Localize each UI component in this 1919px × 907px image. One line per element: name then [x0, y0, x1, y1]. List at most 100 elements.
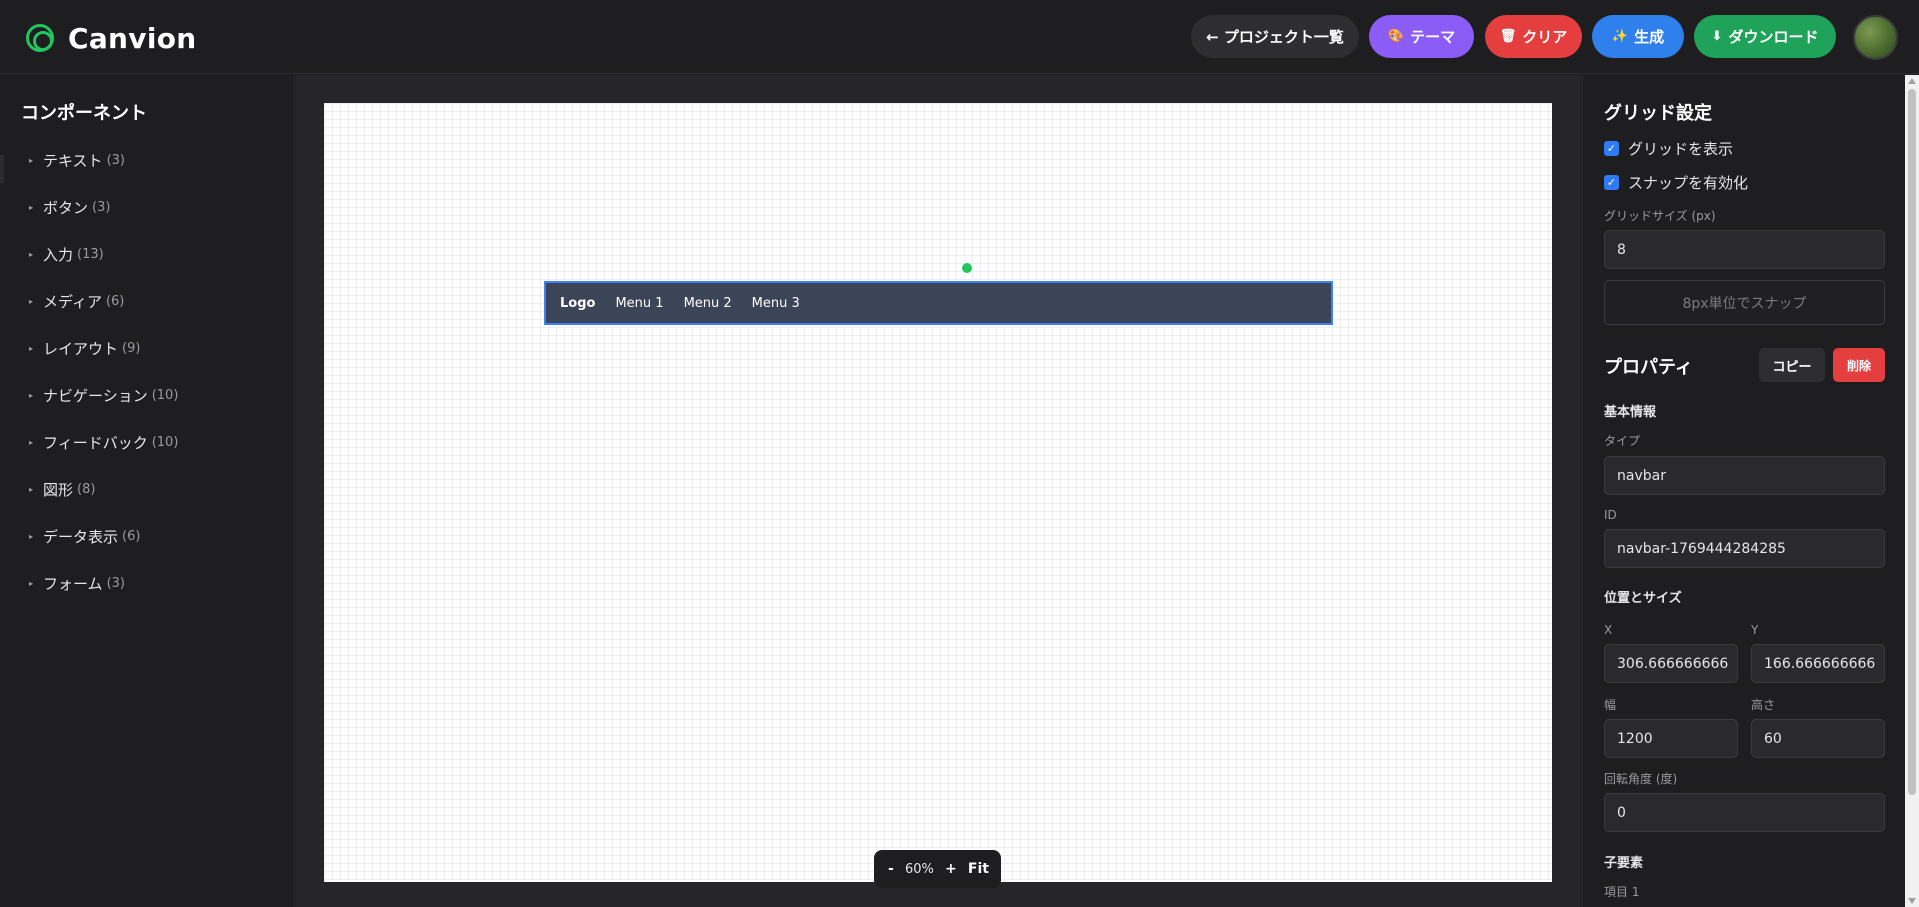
x-label: X: [1604, 623, 1613, 637]
project-list-button[interactable]: ← プロジェクト一覧: [1191, 15, 1359, 58]
theme-label: テーマ: [1410, 28, 1456, 46]
category-count: (10): [151, 388, 179, 403]
rotation-handle[interactable]: [962, 263, 972, 273]
category-item-media[interactable]: ▸ メディア (6): [29, 278, 178, 325]
show-grid-row[interactable]: ✓ グリッドを表示: [1604, 138, 1733, 159]
category-item-navigation[interactable]: ▸ ナビゲーション (10): [29, 372, 178, 419]
category-item-form[interactable]: ▸ フォーム (3): [29, 560, 178, 607]
palette-icon: 🎨: [1387, 29, 1405, 44]
scroll-up-arrow-icon[interactable]: [1908, 78, 1916, 84]
brand[interactable]: Canvion: [26, 20, 197, 56]
type-label: タイプ: [1604, 434, 1641, 448]
expand-triangle-icon: ▸: [29, 297, 34, 306]
grid-size-input[interactable]: 8: [1604, 230, 1885, 269]
download-button[interactable]: ⬇ ダウンロード: [1694, 15, 1836, 58]
expand-triangle-icon: ▸: [29, 203, 34, 212]
expand-triangle-icon: ▸: [29, 532, 34, 541]
category-count: (3): [92, 200, 111, 215]
scroll-down-arrow-icon[interactable]: [1908, 898, 1916, 904]
app-header: Canvion ← プロジェクト一覧 🎨 テーマ 🗑 クリア ✨ 生成 ⬇ ダウ…: [0, 0, 1919, 74]
navbar-menu-item: Menu 3: [751, 295, 800, 311]
category-label: フィードバック: [43, 434, 148, 452]
height-input[interactable]: 60: [1751, 719, 1885, 758]
children-heading: 子要素: [1604, 856, 1644, 871]
trash-icon: 🗑: [1499, 29, 1517, 44]
user-avatar[interactable]: [1853, 15, 1898, 60]
sidebar-title: コンポーネント: [21, 103, 147, 124]
category-label: ボタン: [43, 199, 89, 217]
x-input[interactable]: 306.666666666: [1604, 644, 1738, 683]
download-label: ダウンロード: [1728, 28, 1819, 46]
category-item-layout[interactable]: ▸ レイアウト (9): [29, 325, 178, 372]
width-input[interactable]: 1200: [1604, 719, 1738, 758]
category-item-feedback[interactable]: ▸ フィードバック (10): [29, 419, 178, 466]
enable-snap-checkbox[interactable]: ✓: [1604, 175, 1619, 190]
scrollbar-thumb[interactable]: [1908, 89, 1916, 795]
category-item-text[interactable]: ▸ テキスト (3): [29, 137, 178, 184]
expand-triangle-icon: ▸: [29, 344, 34, 353]
width-label: 幅: [1604, 698, 1617, 712]
expand-triangle-icon: ▸: [29, 438, 34, 447]
snap-to-grid-button[interactable]: 8px単位でスナップ: [1604, 280, 1885, 325]
design-canvas[interactable]: Logo Menu 1 Menu 2 Menu 3: [324, 103, 1552, 882]
child-item-label: 項目 1: [1604, 885, 1640, 899]
grid-settings-title: グリッド設定: [1604, 103, 1712, 124]
expand-triangle-icon: ▸: [29, 579, 34, 588]
show-grid-label: グリッドを表示: [1628, 140, 1734, 158]
zoom-in-button[interactable]: +: [945, 861, 957, 877]
enable-snap-label: スナップを有効化: [1628, 174, 1749, 192]
settings-panel: グリッド設定 ✓ グリッドを表示 ✓ スナップを有効化 グリッドサイズ (px)…: [1582, 75, 1905, 907]
category-item-button[interactable]: ▸ ボタン (3): [29, 184, 178, 231]
category-count: (3): [106, 576, 125, 591]
category-item-shapes[interactable]: ▸ 図形 (8): [29, 466, 178, 513]
category-count: (13): [77, 247, 104, 262]
category-count: (3): [106, 153, 125, 168]
expand-triangle-icon: ▸: [29, 250, 34, 259]
category-label: テキスト: [43, 152, 103, 170]
id-label: ID: [1604, 508, 1617, 522]
navbar-logo: Logo: [560, 295, 596, 311]
copy-button[interactable]: コピー: [1759, 348, 1825, 382]
category-label: 入力: [43, 246, 74, 264]
zoom-level: 60%: [904, 861, 934, 877]
category-label: レイアウト: [43, 340, 119, 358]
panel-scrollbar[interactable]: [1905, 75, 1919, 907]
generate-button[interactable]: ✨ 生成: [1592, 15, 1684, 58]
theme-button[interactable]: 🎨 テーマ: [1369, 15, 1474, 58]
zoom-fit-button[interactable]: Fit: [968, 861, 989, 877]
zoom-out-button[interactable]: -: [888, 861, 894, 877]
selected-navbar-component[interactable]: Logo Menu 1 Menu 2 Menu 3: [544, 281, 1333, 325]
category-label: メディア: [43, 293, 102, 311]
enable-snap-row[interactable]: ✓ スナップを有効化: [1604, 172, 1748, 193]
navbar-menu-item: Menu 1: [615, 295, 664, 311]
clear-button[interactable]: 🗑 クリア: [1485, 15, 1582, 58]
category-label: データ表示: [43, 528, 119, 546]
sidebar-collapse-handle[interactable]: [0, 155, 4, 183]
expand-triangle-icon: ▸: [29, 156, 34, 165]
type-field[interactable]: navbar: [1604, 456, 1885, 495]
app-name: Canvion: [68, 21, 197, 55]
show-grid-checkbox[interactable]: ✓: [1604, 141, 1619, 156]
y-input[interactable]: 166.666666666: [1751, 644, 1885, 683]
component-sidebar: コンポーネント ▸ テキスト (3) ▸ ボタン (3) ▸ 入力 (13) ▸ メディア (6…: [0, 75, 295, 907]
category-list: ▸ テキスト (3) ▸ ボタン (3) ▸ 入力 (13) ▸ メディア (6) ▸ レイアウト…: [29, 137, 178, 607]
properties-title: プロパティ: [1604, 357, 1693, 378]
rotation-input[interactable]: 0: [1604, 793, 1885, 832]
expand-triangle-icon: ▸: [29, 485, 34, 494]
y-label: Y: [1751, 623, 1759, 637]
delete-button[interactable]: 削除: [1833, 348, 1885, 382]
category-count: (6): [122, 529, 141, 544]
category-item-data-display[interactable]: ▸ データ表示 (6): [29, 513, 178, 560]
zoom-control: - 60% + Fit: [874, 850, 1001, 888]
navbar-menu-item: Menu 2: [683, 295, 732, 311]
category-count: (9): [122, 341, 141, 356]
expand-triangle-icon: ▸: [29, 391, 34, 400]
project-list-label: ← プロジェクト一覧: [1206, 28, 1344, 46]
category-label: ナビゲーション: [43, 387, 148, 405]
category-item-input[interactable]: ▸ 入力 (13): [29, 231, 178, 278]
height-label: 高さ: [1751, 698, 1776, 712]
id-field[interactable]: navbar-1769444284285: [1604, 529, 1885, 568]
generate-label: 生成: [1634, 28, 1665, 46]
canvas-area: Logo Menu 1 Menu 2 Menu 3 - 60% + Fit: [296, 75, 1581, 907]
category-count: (6): [105, 294, 125, 309]
